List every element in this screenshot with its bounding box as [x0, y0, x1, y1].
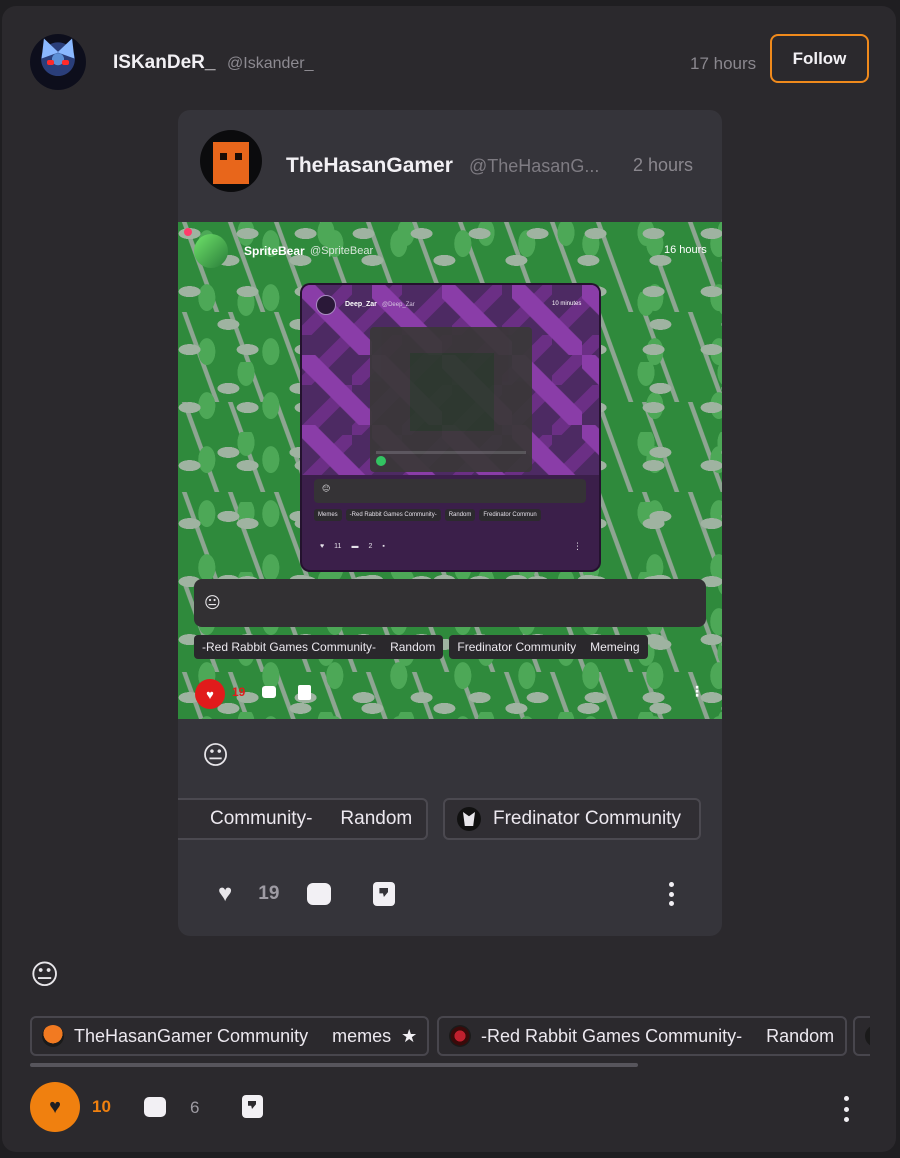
avatar-ear-left: [35, 35, 59, 59]
star-icon: ★: [401, 1025, 418, 1046]
tag-red-rabbit-community[interactable]: -Red Rabbit Games Community- Random: [437, 1016, 847, 1056]
tag-thehasangamer-community[interactable]: TheHasanGamer Community memes ★: [30, 1016, 429, 1056]
inner-tag: Random: [444, 509, 476, 521]
repost-card[interactable]: TheHasanGamer @TheHasanG... 2 hours Spri…: [178, 110, 722, 936]
inner-author-avatar: [316, 295, 336, 315]
screenshot-author-handle: @SpriteBear: [310, 245, 374, 257]
avatar-eye-left: [47, 60, 54, 65]
repost-tag-community[interactable]: Community- Random: [178, 798, 429, 840]
like-button[interactable]: ♥: [30, 1082, 80, 1132]
repost-tag-channel: Random: [340, 808, 413, 829]
inner-tags: Memes -Red Rabbit Games Community- Rando…: [314, 509, 541, 521]
screenshot-emoji: 😐: [204, 595, 221, 612]
tag-more-community[interactable]: [853, 1016, 870, 1056]
repost-author-avatar[interactable]: [200, 130, 262, 192]
repost-more-icon[interactable]: [664, 882, 678, 906]
screenshot-tags: -Red Rabbit Games Community- Random Fred…: [194, 635, 648, 659]
inner-tag: Memes: [314, 509, 342, 521]
nested-post-preview: [370, 327, 532, 472]
inner-author-handle: @Deep_Zar: [382, 302, 415, 308]
screenshot-tag-community: -Red Rabbit Games Community-: [202, 640, 377, 654]
inner-comment-icon: ▬: [351, 543, 359, 550]
post-emoji: 😐: [30, 959, 60, 990]
repost-like-count: 19: [258, 883, 280, 904]
inner-comment-count: 2: [368, 543, 373, 550]
repost-time: 2 hours: [633, 155, 694, 175]
screenshot-tag-channel: Random: [390, 640, 436, 654]
repost-tags[interactable]: Community- Random Fredinator Community: [178, 796, 722, 842]
heart-icon: ♥: [49, 1095, 61, 1118]
tag-channel-name: Random: [766, 1025, 835, 1046]
nested-image: [410, 353, 494, 431]
inner-emoji-box: [314, 479, 586, 503]
screenshot-tag-channel: Memeing: [590, 640, 640, 654]
inner-share-icon: ▪: [382, 543, 385, 550]
repost-author-handle[interactable]: @TheHasanG...: [469, 156, 599, 177]
tag-community-name: -Red Rabbit Games Community-: [481, 1025, 743, 1046]
nested-status-dot: [376, 456, 386, 466]
community-avatar-icon: [865, 1025, 870, 1047]
comment-count: 6: [190, 1098, 200, 1117]
avatar-eye-right: [62, 60, 69, 65]
screenshot-tag-community: Fredinator Community: [457, 640, 577, 654]
community-avatar-icon: [42, 1025, 64, 1047]
inner-tag: -Red Rabbit Games Community-: [345, 509, 441, 521]
repost-share-icon[interactable]: [373, 882, 396, 906]
tag-channel-name: memes: [332, 1025, 392, 1046]
pixel-face: [213, 142, 249, 184]
author-handle[interactable]: @Iskander_: [227, 55, 314, 73]
screenshot-author-name: SpriteBear: [244, 244, 305, 258]
author-avatar[interactable]: [30, 34, 86, 90]
share-icon[interactable]: [242, 1095, 263, 1118]
tag-community-name: TheHasanGamer Community: [74, 1025, 309, 1046]
post-time: 17 hours: [690, 54, 757, 73]
screenshot-tag: -Red Rabbit Games Community- Random: [194, 635, 444, 659]
screenshot-author-avatar: [194, 234, 228, 268]
author-name[interactable]: ISKanDeR_: [113, 52, 215, 74]
screenshot-comment-icon: [262, 686, 276, 698]
repost-comment-icon[interactable]: [307, 883, 332, 905]
repost-tag-community-name: Fredinator Community: [493, 808, 681, 829]
screenshot-more-icon: ⋮: [690, 683, 704, 699]
repost-tag-community-name: Community-: [210, 808, 313, 829]
inner-heart-icon: ♥: [320, 543, 325, 550]
like-count: 10: [92, 1097, 111, 1116]
avatar-ear-right: [57, 35, 81, 59]
repost-emoji: 😐: [202, 740, 230, 770]
tags-scrollbar-thumb[interactable]: [30, 1063, 638, 1067]
more-options-icon[interactable]: [836, 1096, 856, 1122]
screenshot-emoji-box: [194, 579, 706, 627]
screenshot-share-icon: [298, 685, 311, 700]
repost-author-name[interactable]: TheHasanGamer: [286, 154, 453, 178]
community-avatar-icon: [449, 1025, 471, 1047]
recording-dot: [184, 228, 192, 236]
repost-screenshot-image[interactable]: SpriteBear @SpriteBear 16 hours Deep_Zar…: [178, 222, 722, 719]
screenshot-tag: Fredinator Community Memeing: [449, 635, 648, 659]
inner-time: 10 minutes: [552, 301, 582, 307]
comment-icon[interactable]: [144, 1097, 166, 1117]
repost-tag-fredinator[interactable]: Fredinator Community: [443, 798, 701, 840]
inner-more-icon: ⋮: [573, 541, 582, 551]
tags-scrollbar[interactable]: [30, 1063, 870, 1067]
repost-heart-icon[interactable]: ♥: [218, 880, 232, 908]
post-card: ISKanDeR_ @Iskander_ 17 hours Follow The…: [2, 6, 896, 1152]
inner-like-count: 11: [334, 543, 342, 550]
inner-tag: Fredinator Commun: [479, 509, 541, 521]
screenshot-time: 16 hours: [664, 244, 707, 256]
nested-progress-bar: [376, 451, 526, 454]
screenshot-like-count: 19: [232, 685, 246, 699]
inner-emoji: 😐: [322, 484, 331, 493]
inner-actions: ♥ 11 ▬ 2 ▪: [320, 543, 385, 550]
wolf-icon: [457, 807, 481, 831]
screenshot-heart-icon: ♥: [195, 679, 225, 709]
inner-author-name: Deep_Zar: [345, 301, 377, 308]
screenshot-inner-post: Deep_Zar @Deep_Zar 10 minutes 😐 Memes -R…: [302, 285, 599, 570]
follow-button[interactable]: Follow: [770, 34, 869, 83]
post-tags[interactable]: TheHasanGamer Community memes ★ -Red Rab…: [30, 1014, 870, 1060]
repost-actions: ♥ 19: [218, 880, 396, 908]
